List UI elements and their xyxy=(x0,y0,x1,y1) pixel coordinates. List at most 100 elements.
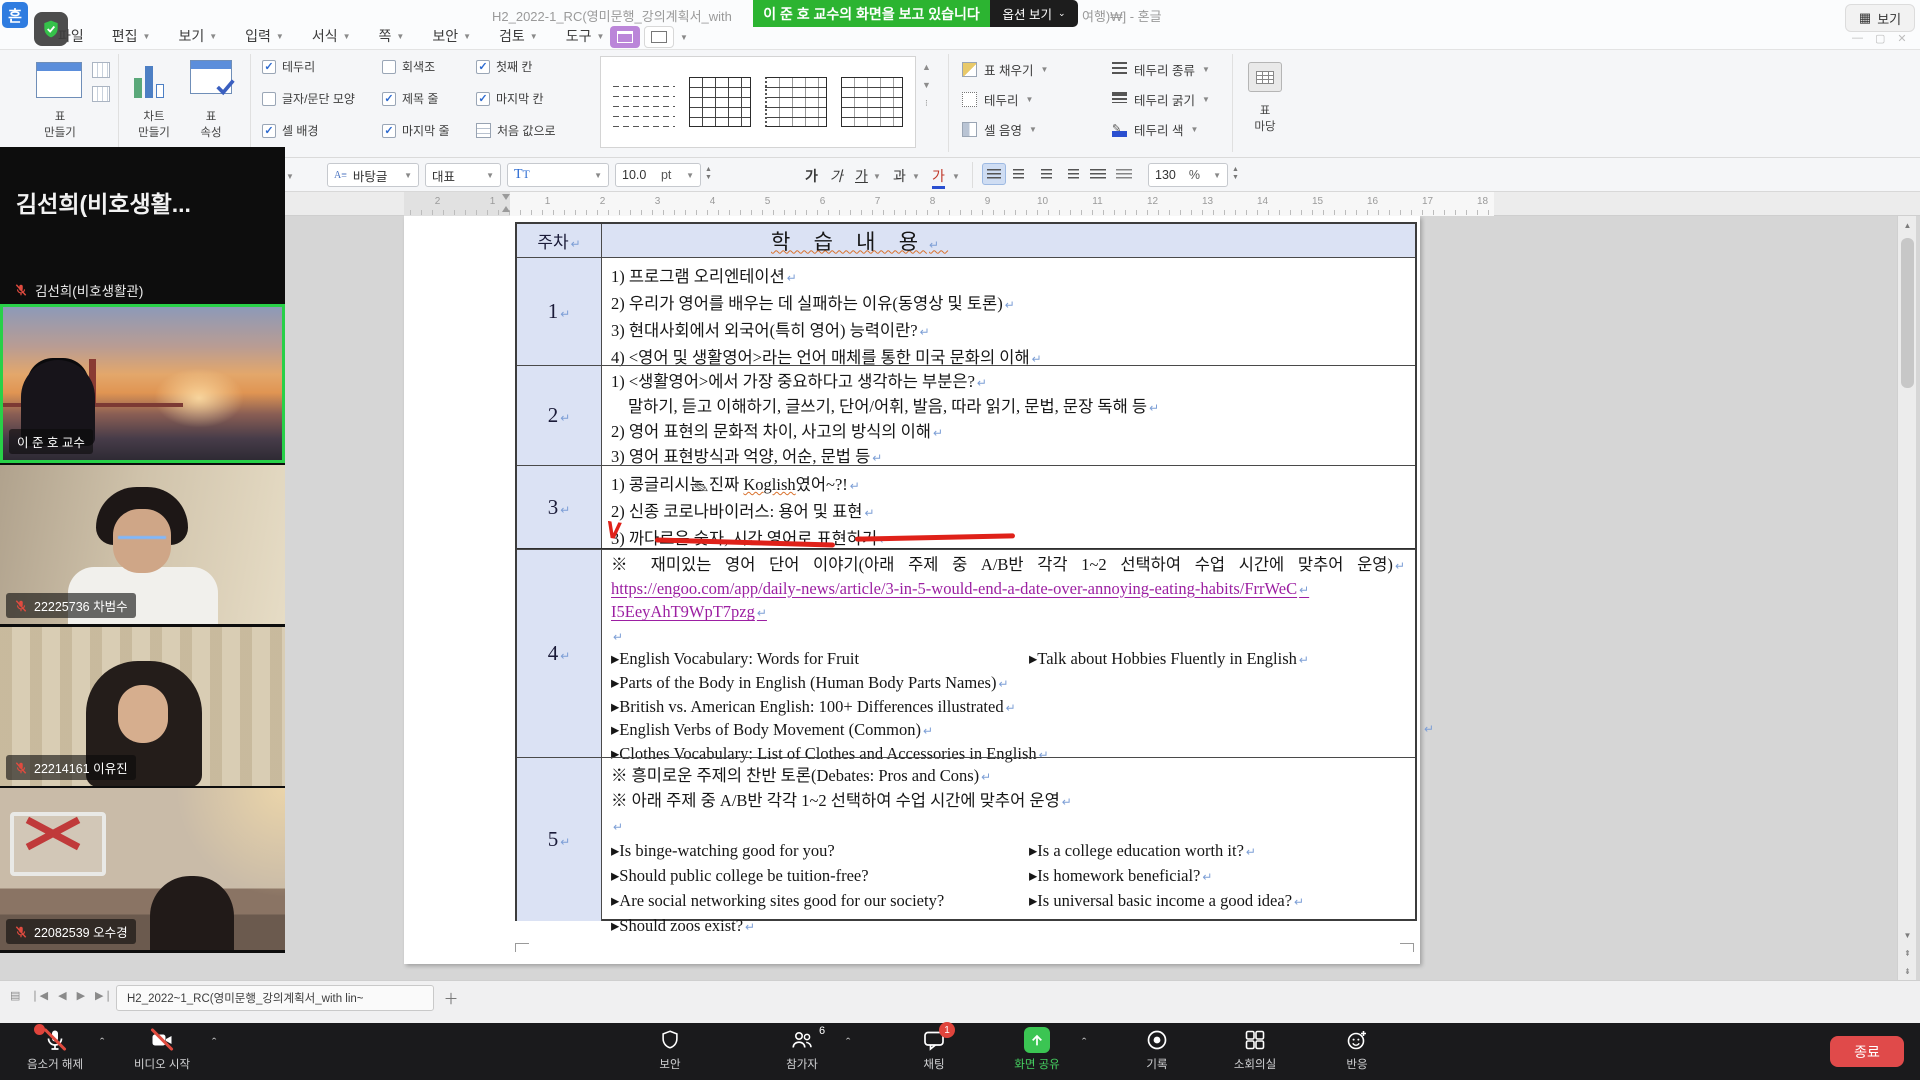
week-2-cell[interactable]: 2 xyxy=(517,366,602,465)
font-color-button[interactable]: 가 xyxy=(932,166,945,189)
chevron-down-icon[interactable]: ▼ xyxy=(873,172,881,181)
chevron-down-icon[interactable]: ▼ xyxy=(680,33,688,42)
week-5-cell[interactable]: 5 xyxy=(517,758,602,921)
unmute-button[interactable]: 음소거 해제 xyxy=(9,1027,101,1072)
bold-button[interactable]: 가 xyxy=(805,166,818,186)
menu-page[interactable]: 쪽▼ xyxy=(379,26,405,46)
week-1-row[interactable]: 1 1) 프로그램 오리엔테이션 2) 우리가 영어를 배우는 데 실패하는 이… xyxy=(517,257,1415,365)
breakout-rooms-button[interactable]: 소회의실 xyxy=(1209,1027,1301,1072)
horizontal-ruler[interactable]: 21123456789101112131415161718 xyxy=(0,192,1920,216)
chevron-down-icon[interactable]: ▼ xyxy=(286,172,294,181)
week-4-row[interactable]: 4 ※ 재미있는 영어 단어 이야기(아래 주제 중 A/B반 각각 1~2 선… xyxy=(517,549,1415,757)
week-1-content[interactable]: 1) 프로그램 오리엔테이션 2) 우리가 영어를 배우는 데 실패하는 이유(… xyxy=(602,258,1415,365)
char-spacing-button[interactable]: 과 xyxy=(893,166,906,186)
zoom-stepper[interactable]: ▲▼ xyxy=(1232,166,1239,182)
menu-input[interactable]: 입력▼ xyxy=(245,26,284,46)
week-4-content[interactable]: ※ 재미있는 영어 단어 이야기(아래 주제 중 A/B반 각각 1~2 선택하… xyxy=(602,550,1415,757)
menu-tools[interactable]: 도구▼ xyxy=(566,26,605,46)
week-4-cell[interactable]: 4 xyxy=(517,550,602,757)
chat-button[interactable]: 1 채팅 xyxy=(888,1027,980,1072)
paragraph-style-select[interactable]: A≡바탕글▼ xyxy=(327,163,419,187)
check-cell-bg[interactable]: ✓셀 배경 xyxy=(262,122,318,139)
gallery-scroll[interactable]: ▲▼⁝ xyxy=(922,62,931,109)
check-last-row[interactable]: ✓마지막 줄 xyxy=(382,122,450,139)
week-2-content[interactable]: 1) <생활영어>에서 가장 중요하다고 생각하는 부분은? 말하기, 듣고 이… xyxy=(602,366,1415,465)
prev-tab-icon[interactable]: ◀ xyxy=(58,989,66,1002)
font-select[interactable]: TT▼ xyxy=(507,163,609,187)
add-tab-button[interactable]: ＋ xyxy=(440,987,462,1009)
menu-security[interactable]: 보안▼ xyxy=(432,26,471,46)
style-set-select[interactable]: 대표▼ xyxy=(425,163,501,187)
table-style-dotted[interactable] xyxy=(765,77,827,127)
scroll-down-icon[interactable]: ▼ xyxy=(1898,926,1917,944)
table-fill-button[interactable]: 표 채우기▼ xyxy=(962,60,1048,79)
check-grayscale[interactable]: 회색조 xyxy=(382,58,435,75)
zoom-view-button[interactable]: ▦보기 xyxy=(1845,4,1915,32)
table-erase-icon[interactable] xyxy=(92,86,110,102)
check-header-row[interactable]: ✓제목 줄 xyxy=(382,90,438,107)
header-week-cell[interactable]: 주차 xyxy=(517,224,602,257)
start-video-button[interactable]: 비디오 시작 xyxy=(116,1027,208,1072)
hyperlink[interactable]: https://engoo.com/app/daily-news/article… xyxy=(611,578,1415,602)
hyperlink[interactable]: I5EeyAhT9WpT7pzg xyxy=(611,601,1415,625)
table-layout-tab-icon[interactable] xyxy=(644,26,674,48)
table-properties-icon[interactable] xyxy=(190,60,232,94)
table-design-tab-icon[interactable] xyxy=(610,26,640,48)
table-style-none[interactable] xyxy=(613,77,675,127)
size-stepper[interactable]: ▲▼ xyxy=(705,166,712,182)
vertical-scrollbar[interactable]: ▲ ▼ ⇞ ⇟ xyxy=(1897,216,1916,980)
window-controls[interactable]: —▢✕ xyxy=(1852,32,1907,45)
menu-edit[interactable]: 편집▼ xyxy=(112,26,151,46)
border-kind-button[interactable]: 테두리 종류▼ xyxy=(1112,60,1210,79)
scrollbar-thumb[interactable] xyxy=(1901,238,1914,388)
chart-icon[interactable] xyxy=(134,64,164,98)
reset-first-value-button[interactable]: 처음 값으로 xyxy=(476,122,556,139)
table-style-grid[interactable] xyxy=(689,77,751,127)
check-first-col[interactable]: ✓첫째 칸 xyxy=(476,58,532,75)
chevron-down-icon[interactable]: ▼ xyxy=(912,172,920,181)
menu-format[interactable]: 서식▼ xyxy=(312,26,351,46)
insert-table-icon[interactable] xyxy=(36,62,82,98)
table-draw-icon[interactable] xyxy=(92,62,110,78)
header-content-cell[interactable]: 학 습 내 용 xyxy=(602,224,1415,257)
table-style-gallery[interactable] xyxy=(600,56,916,148)
week-2-row[interactable]: 2 1) <생활영어>에서 가장 중요하다고 생각하는 부분은? 말하기, 듣고… xyxy=(517,365,1415,465)
mic-options-caret[interactable]: ˆ xyxy=(100,1035,104,1050)
tab-nav-icons[interactable]: ▤ ❘◀ ◀ ▶ ▶❘ xyxy=(10,989,113,1002)
doc-list-icon[interactable]: ▤ xyxy=(10,989,20,1002)
last-tab-icon[interactable]: ▶❘ xyxy=(95,989,113,1002)
record-button[interactable]: 기록 xyxy=(1111,1027,1203,1072)
week-3-cell[interactable]: 3 xyxy=(517,466,602,548)
reactions-button[interactable]: 반응 xyxy=(1311,1027,1403,1072)
font-size-input[interactable]: 10.0pt▼ xyxy=(615,163,701,187)
video-tile-professor[interactable]: 이 준 호 교수 xyxy=(0,304,285,463)
participants-button[interactable]: 6 참가자 xyxy=(756,1027,848,1072)
next-page-icon[interactable]: ⇟ xyxy=(1898,962,1917,980)
share-screen-button[interactable]: 화면 공유 xyxy=(991,1027,1083,1072)
border-weight-button[interactable]: 테두리 굵기▼ xyxy=(1112,90,1210,109)
week-5-row[interactable]: 5 ※ 흥미로운 주제의 찬반 토론(Debates: Pros and Con… xyxy=(517,757,1415,921)
next-tab-icon[interactable]: ▶ xyxy=(77,989,85,1002)
cell-shading-button[interactable]: 셀 음영▼ xyxy=(962,120,1037,139)
align-right-button[interactable] xyxy=(1060,163,1084,185)
view-options-button[interactable]: 옵션 보기⌄ xyxy=(990,0,1078,27)
underline-button[interactable]: 가 xyxy=(855,166,868,186)
video-tile-student-1[interactable]: 22225736 차범수 xyxy=(0,465,285,624)
table-madang-icon[interactable] xyxy=(1248,62,1282,92)
menu-view[interactable]: 보기▼ xyxy=(178,26,217,46)
check-border[interactable]: ✓테두리 xyxy=(262,58,315,75)
zoom-level-input[interactable]: 130%▼ xyxy=(1148,163,1228,187)
week-5-content[interactable]: ※ 흥미로운 주제의 찬반 토론(Debates: Pros and Cons)… xyxy=(602,758,1415,921)
cell-border-button[interactable]: 테두리▼ xyxy=(962,90,1033,109)
security-button[interactable]: 보안 xyxy=(624,1027,716,1072)
check-last-col[interactable]: ✓마지막 칸 xyxy=(476,90,544,107)
check-char-shape[interactable]: 글자/문단 모양 xyxy=(262,90,355,107)
align-justify-button[interactable] xyxy=(982,163,1006,185)
video-tile-student-3[interactable]: 22082539 오수경 xyxy=(0,788,285,950)
syllabus-table[interactable]: 주차 학 습 내 용 1 1) 프로그램 오리엔테이션 2) 우리가 영어를 배… xyxy=(515,222,1417,921)
video-tile-student-2[interactable]: 22214161 이유진 xyxy=(0,627,285,786)
leave-meeting-button[interactable]: 종료 xyxy=(1830,1036,1904,1067)
chevron-down-icon[interactable]: ▼ xyxy=(952,172,960,181)
menu-review[interactable]: 검토▼ xyxy=(499,26,538,46)
align-distribute-button[interactable] xyxy=(1086,163,1110,185)
